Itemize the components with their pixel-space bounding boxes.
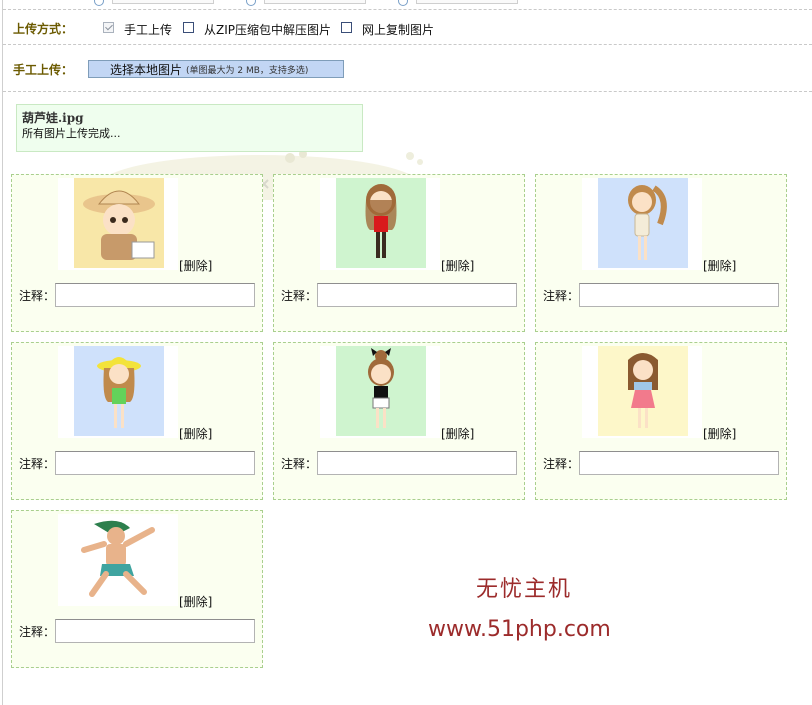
note-label: 注释： bbox=[19, 625, 56, 639]
note-label: 注释： bbox=[281, 457, 318, 471]
delete-link[interactable]: [删除] bbox=[703, 425, 736, 442]
image-card: [删除] 注释： bbox=[11, 342, 263, 500]
thumbnail-frame bbox=[582, 178, 702, 270]
girl-pink-dress-image bbox=[598, 346, 688, 436]
delete-link[interactable]: [删除] bbox=[179, 257, 212, 274]
select-local-images-button[interactable]: 选择本地图片 (单图最大为 2 MB，支持多选) bbox=[88, 60, 344, 78]
girl-bun-image bbox=[336, 346, 426, 436]
delete-link[interactable]: [删除] bbox=[179, 425, 212, 442]
upload-status-message: 所有图片上传完成... bbox=[22, 127, 121, 140]
note-input[interactable] bbox=[579, 283, 779, 307]
upload-mode-label: 上传方式： bbox=[13, 22, 74, 36]
note-input[interactable] bbox=[317, 451, 517, 475]
thumbnail-frame bbox=[58, 178, 178, 270]
divider bbox=[3, 91, 812, 92]
radio-icon bbox=[398, 0, 408, 6]
image-card: [删除] 注释： bbox=[273, 174, 525, 332]
note-input[interactable] bbox=[317, 283, 517, 307]
image-card: [删除] 注释： bbox=[273, 342, 525, 500]
clipped-field bbox=[112, 0, 214, 4]
note-input[interactable] bbox=[579, 451, 779, 475]
select-button-label: 选择本地图片 bbox=[110, 62, 183, 77]
note-label: 注释： bbox=[19, 457, 56, 471]
watermark-url: www.51php.com bbox=[428, 617, 611, 642]
note-input[interactable] bbox=[55, 619, 255, 643]
note-label: 注释： bbox=[543, 289, 580, 303]
note-label: 注释： bbox=[19, 289, 56, 303]
note-label: 注释： bbox=[281, 289, 318, 303]
image-card: [删除] 注释： bbox=[11, 174, 263, 332]
manual-upload-checkbox[interactable] bbox=[103, 22, 114, 33]
thumbnail-frame bbox=[582, 346, 702, 438]
delete-link[interactable]: [删除] bbox=[441, 425, 474, 442]
clipped-field bbox=[416, 0, 518, 4]
divider bbox=[3, 44, 812, 45]
girl-yellow-hat-image bbox=[74, 346, 164, 436]
image-card: [删除] 注释： bbox=[11, 510, 263, 668]
frame-border bbox=[2, 0, 3, 705]
girl-ponytail-image bbox=[598, 178, 688, 268]
web-copy-option-label: 网上复制图片 bbox=[362, 23, 435, 37]
girl-red-top-image bbox=[336, 178, 426, 268]
web-copy-checkbox[interactable] bbox=[341, 22, 352, 33]
thumbnail-frame bbox=[320, 178, 440, 270]
radio-icon bbox=[246, 0, 256, 6]
upload-status-box: 葫芦娃.ipg 所有图片上传完成... bbox=[16, 104, 363, 152]
image-card: [删除] 注释： bbox=[535, 174, 787, 332]
boy-straw-hat-image bbox=[74, 178, 164, 268]
manual-upload-option-label: 手工上传 bbox=[124, 23, 173, 37]
image-card: [删除] 注释： bbox=[535, 342, 787, 500]
calabash-brother-image bbox=[74, 514, 164, 604]
divider bbox=[3, 9, 812, 10]
delete-link[interactable]: [删除] bbox=[703, 257, 736, 274]
radio-icon bbox=[94, 0, 104, 6]
manual-upload-label: 手工上传： bbox=[13, 63, 74, 77]
thumbnail-frame bbox=[58, 514, 178, 606]
clipped-field bbox=[264, 0, 366, 4]
zip-extract-option-label: 从ZIP压缩包中解压图片 bbox=[204, 23, 331, 37]
zip-extract-checkbox[interactable] bbox=[183, 22, 194, 33]
delete-link[interactable]: [删除] bbox=[441, 257, 474, 274]
delete-link[interactable]: [删除] bbox=[179, 593, 212, 610]
select-button-hint: (单图最大为 2 MB，支持多选) bbox=[186, 65, 309, 76]
note-input[interactable] bbox=[55, 451, 255, 475]
uploaded-filename: 葫芦娃.ipg bbox=[22, 111, 84, 125]
watermark-brand: 无忧主机 bbox=[476, 577, 573, 602]
note-label: 注释： bbox=[543, 457, 580, 471]
note-input[interactable] bbox=[55, 283, 255, 307]
thumbnail-frame bbox=[320, 346, 440, 438]
thumbnail-frame bbox=[58, 346, 178, 438]
